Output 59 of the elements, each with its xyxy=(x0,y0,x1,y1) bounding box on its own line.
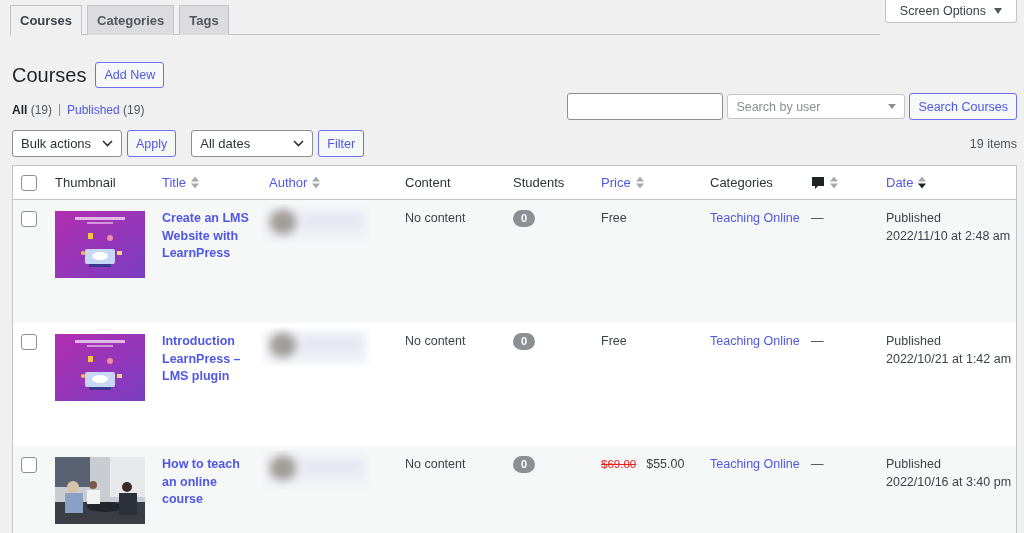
search-field[interactable] xyxy=(567,93,724,120)
comment-icon xyxy=(811,175,825,190)
original-price: $69.00 xyxy=(601,457,637,472)
date-text: 2022/10/16 at 3:40 pm xyxy=(886,473,1013,491)
column-header: Content xyxy=(405,175,451,190)
screen-options-button[interactable]: Screen Options xyxy=(884,0,1017,23)
date-text: 2022/10/21 at 1:42 am xyxy=(886,350,1013,368)
row-checkbox[interactable] xyxy=(21,211,37,227)
caret-icon xyxy=(888,104,897,109)
item-count: 19 items xyxy=(969,136,1017,151)
dates-select[interactable]: All dates xyxy=(191,130,314,157)
date-text: 2022/11/10 at 2:48 am xyxy=(886,227,1012,245)
row-checkbox[interactable] xyxy=(21,334,37,350)
caret-icon xyxy=(994,8,1002,14)
select-all-checkbox[interactable] xyxy=(21,174,37,191)
comment-count: — xyxy=(811,457,824,471)
course-title-link[interactable]: Create an LMS Website with LearnPress xyxy=(162,210,255,263)
add-new-button[interactable]: Add New xyxy=(95,62,165,88)
chevron-icon xyxy=(293,140,305,147)
content-text: No content xyxy=(405,457,466,471)
student-count: 0 xyxy=(513,210,536,227)
column-header[interactable]: Author xyxy=(269,175,308,190)
course-title-link[interactable]: Introduction LearnPress – LMS plugin xyxy=(162,333,255,386)
content-text: No content xyxy=(405,334,466,348)
course-title-link[interactable]: How to teach an online course xyxy=(162,456,255,509)
apply-button[interactable]: Apply xyxy=(127,130,177,157)
search-button[interactable]: Search Courses xyxy=(909,93,1017,120)
view-link[interactable]: Published (19) xyxy=(67,103,145,117)
bulk-actions-select[interactable]: Bulk actions xyxy=(12,130,122,157)
comment-count: — xyxy=(811,334,824,348)
status-text: Published xyxy=(886,210,942,227)
price-text: Free xyxy=(601,333,627,350)
student-count: 0 xyxy=(513,456,536,473)
tab[interactable]: Courses xyxy=(10,5,83,36)
column-header: Thumbnail xyxy=(55,175,116,190)
filter-button[interactable]: Filter xyxy=(318,130,365,157)
category-link[interactable]: Teaching Online xyxy=(710,211,800,225)
row-checkbox[interactable] xyxy=(21,457,37,473)
student-count: 0 xyxy=(513,333,536,350)
price-text: $55.00 xyxy=(646,456,685,473)
page-title: Courses xyxy=(12,63,87,87)
category-link[interactable]: Teaching Online xyxy=(710,334,800,348)
column-header[interactable]: Date xyxy=(886,175,914,190)
column-header[interactable]: Title xyxy=(162,175,187,190)
tab[interactable]: Tags xyxy=(179,5,229,35)
tab[interactable]: Categories xyxy=(87,5,175,35)
category-link[interactable]: Teaching Online xyxy=(710,457,800,471)
status-text: Published xyxy=(886,456,942,473)
column-header: Students xyxy=(513,175,565,190)
user-select[interactable]: Search by user xyxy=(727,94,906,119)
chevron-icon xyxy=(102,140,113,147)
column-header[interactable]: Price xyxy=(601,175,631,190)
sort-icon[interactable] xyxy=(918,176,927,189)
price-text: Free xyxy=(601,210,627,227)
comment-count: — xyxy=(811,211,824,225)
content-text: No content xyxy=(405,211,466,225)
status-text: Published xyxy=(886,333,942,350)
view-link[interactable]: All (19) xyxy=(12,103,52,117)
column-header: Categories xyxy=(710,175,773,190)
